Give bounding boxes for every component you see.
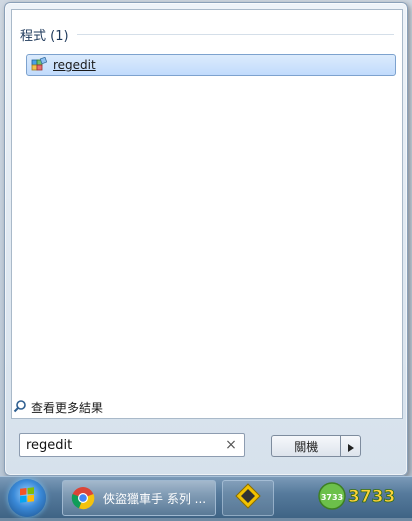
clear-icon[interactable]: × <box>224 437 238 453</box>
start-button[interactable] <box>8 479 46 517</box>
search-results-pane: 程式 (1) regedit <box>11 9 403 419</box>
yellow-app-icon <box>235 483 261 513</box>
search-input-value: regedit <box>26 437 73 453</box>
tray-logo-text: 3733 <box>348 487 395 507</box>
section-title: 程式 (1) <box>20 28 69 44</box>
shutdown-button[interactable]: 關機 <box>271 435 341 457</box>
windows-logo-icon <box>8 487 46 521</box>
site-watermark-logo: 3733 3733 <box>318 480 402 512</box>
see-more-results-label: 查看更多結果 <box>31 400 104 415</box>
registry-editor-icon <box>31 56 48 73</box>
search-icon <box>13 398 27 417</box>
shutdown-control: 關機 <box>271 435 361 457</box>
triangle-right-icon <box>347 437 354 456</box>
taskbar-item-label: 俠盜獵車手 系列 ... <box>103 491 207 506</box>
see-more-results-link[interactable]: 查看更多結果 <box>13 399 103 415</box>
result-item-label: regedit <box>53 58 96 72</box>
shutdown-options-button[interactable] <box>340 435 361 457</box>
result-item-regedit[interactable]: regedit <box>26 54 396 76</box>
chrome-icon <box>71 486 95 510</box>
search-input[interactable]: regedit × <box>19 433 245 457</box>
taskbar-item-app[interactable] <box>222 480 274 516</box>
section-header: 程式 (1) <box>20 24 394 44</box>
section-divider <box>76 33 394 35</box>
tray-badge-text: 3733 <box>321 493 343 502</box>
taskbar-item-chrome[interactable]: 俠盜獵車手 系列 ... <box>62 480 216 516</box>
start-menu: 程式 (1) regedit 查看更多結果 regedit × 關機 <box>4 2 408 476</box>
